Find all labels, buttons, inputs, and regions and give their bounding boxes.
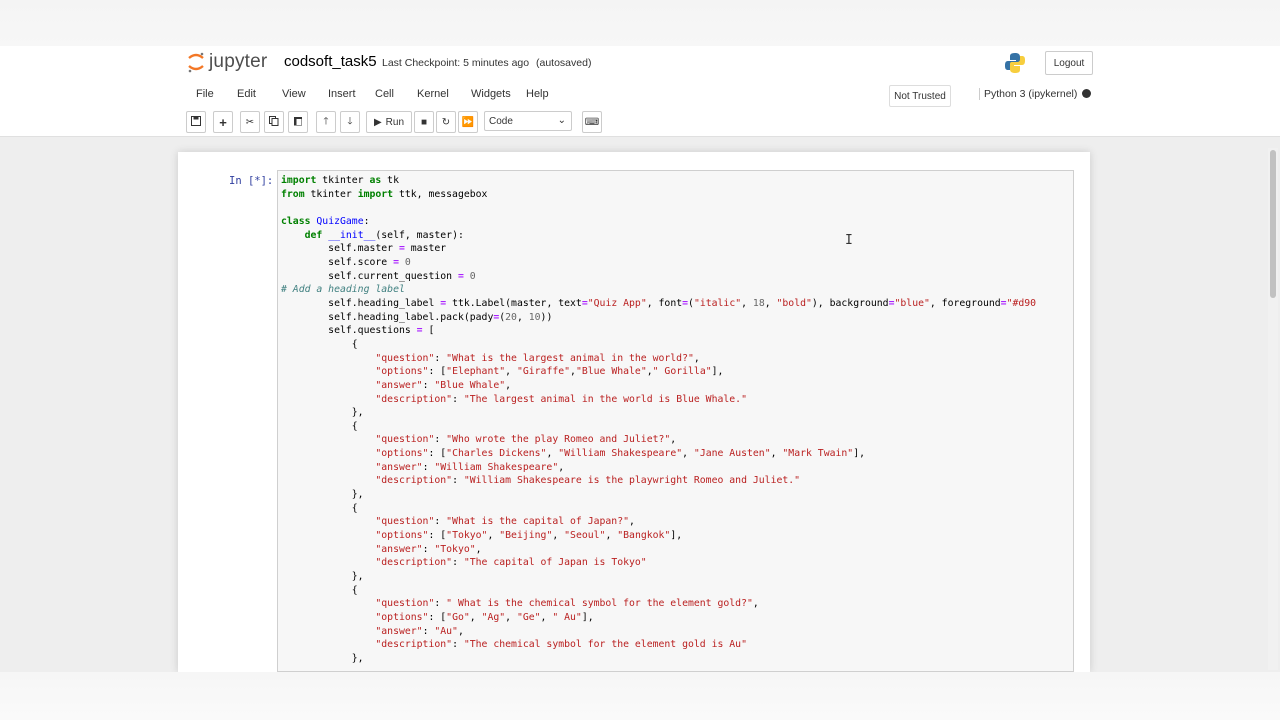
- menu-help[interactable]: Help: [526, 88, 549, 100]
- save-icon: [191, 115, 201, 129]
- notebook-title[interactable]: codsoft_task5: [284, 53, 377, 70]
- kernel-name[interactable]: Python 3 (ipykernel): [979, 88, 1077, 100]
- autosave-status: (autosaved): [536, 57, 592, 69]
- cut-button[interactable]: ✂: [240, 111, 260, 133]
- jupyter-logo-text: jupyter: [209, 51, 268, 72]
- menu-kernel[interactable]: Kernel: [417, 88, 471, 100]
- menu-view[interactable]: View: [282, 88, 328, 100]
- menu-file[interactable]: File: [196, 88, 237, 100]
- browser-top-blur: [0, 0, 1280, 46]
- run-button[interactable]: ▶ Run: [366, 111, 412, 133]
- fast-forward-icon: ⏩: [461, 116, 475, 128]
- paste-icon: [293, 116, 303, 129]
- checkpoint-status: Last Checkpoint: 5 minutes ago: [382, 57, 530, 69]
- restart-icon: ↻: [441, 116, 451, 128]
- arrow-up-icon: 🡑: [323, 115, 329, 127]
- move-up-button[interactable]: 🡑: [316, 111, 336, 133]
- insert-cell-button[interactable]: +: [213, 111, 233, 133]
- play-icon: ▶: [373, 116, 382, 128]
- kernel-busy-indicator: [1082, 89, 1091, 98]
- restart-button[interactable]: ↻: [436, 111, 456, 133]
- arrow-down-icon: 🡓: [347, 115, 353, 127]
- copy-button[interactable]: [264, 111, 284, 133]
- paste-button[interactable]: [288, 111, 308, 133]
- scissors-icon: ✂: [245, 116, 255, 128]
- menu-edit[interactable]: Edit: [237, 88, 282, 100]
- scrollbar-thumb[interactable]: [1270, 150, 1276, 298]
- code-text[interactable]: import tkinter as tk from tkinter import…: [281, 174, 1036, 666]
- cell-type-value: Code: [489, 115, 513, 127]
- cell-prompt: In [*]:: [229, 175, 274, 187]
- cell-type-select[interactable]: Code ⌄: [484, 111, 572, 131]
- code-cell-editor[interactable]: import tkinter as tk from tkinter import…: [277, 170, 1074, 672]
- jupyter-logo-icon: [187, 51, 205, 73]
- browser-bottom-blur: [0, 672, 1280, 720]
- copy-icon: [269, 115, 279, 129]
- save-button[interactable]: [186, 111, 206, 133]
- trust-status-button[interactable]: Not Trusted: [889, 85, 951, 107]
- menu-insert[interactable]: Insert: [328, 88, 375, 100]
- menu-bar: File Edit View Insert Cell Kernel Widget…: [196, 88, 549, 100]
- text-cursor-icon: I: [845, 233, 853, 248]
- chevron-down-icon: ⌄: [557, 115, 566, 126]
- logout-button[interactable]: Logout: [1045, 51, 1093, 75]
- jupyter-logo[interactable]: jupyter: [187, 51, 267, 73]
- menu-widgets[interactable]: Widgets: [471, 88, 526, 100]
- restart-run-all-button[interactable]: ⏩: [458, 111, 478, 133]
- menu-cell[interactable]: Cell: [375, 88, 417, 100]
- move-down-button[interactable]: 🡓: [340, 111, 360, 133]
- plus-icon: +: [219, 114, 227, 130]
- command-palette-button[interactable]: ⌨: [582, 111, 602, 133]
- interrupt-button[interactable]: ■: [414, 111, 434, 133]
- stop-icon: ■: [420, 116, 428, 128]
- python-logo-icon: [1004, 52, 1026, 74]
- run-label: Run: [385, 116, 405, 128]
- keyboard-icon: ⌨: [584, 116, 600, 128]
